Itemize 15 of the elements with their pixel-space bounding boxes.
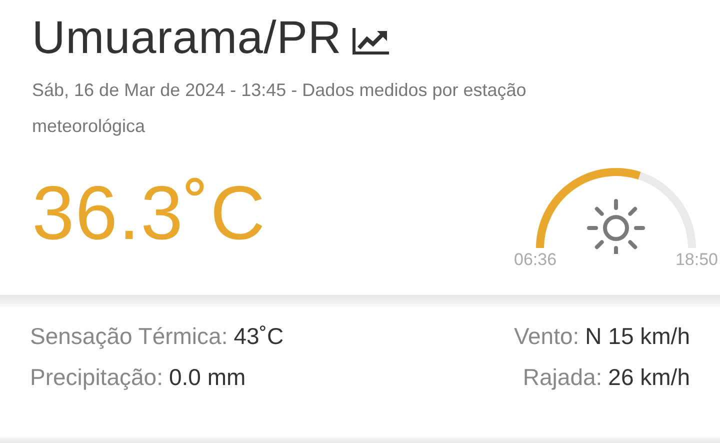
temperature: 36.3˚C bbox=[32, 170, 266, 257]
city-title: Umuarama/PR bbox=[32, 10, 342, 64]
stat-label: Precipitação: bbox=[30, 364, 163, 391]
sunrise-time: 06:36 bbox=[514, 250, 557, 270]
stat-label: Sensação Térmica: bbox=[30, 323, 228, 350]
stat-label: Vento: bbox=[514, 323, 580, 350]
trend-chart-icon[interactable] bbox=[352, 26, 390, 56]
sunset-time: 18:50 bbox=[675, 250, 718, 270]
measurement-info: Sáb, 16 de Mar de 2024 - 13:45 - Dados medidos por estação meteorológica bbox=[32, 79, 528, 138]
stat-value: 43˚C bbox=[234, 323, 284, 350]
stat-value: 26 km/h bbox=[608, 364, 690, 391]
sun-icon bbox=[587, 199, 645, 254]
stat-label: Rajada: bbox=[522, 364, 602, 391]
stat-value: 0.0 mm bbox=[168, 364, 246, 391]
stat-value: N 15 km/h bbox=[585, 323, 690, 350]
